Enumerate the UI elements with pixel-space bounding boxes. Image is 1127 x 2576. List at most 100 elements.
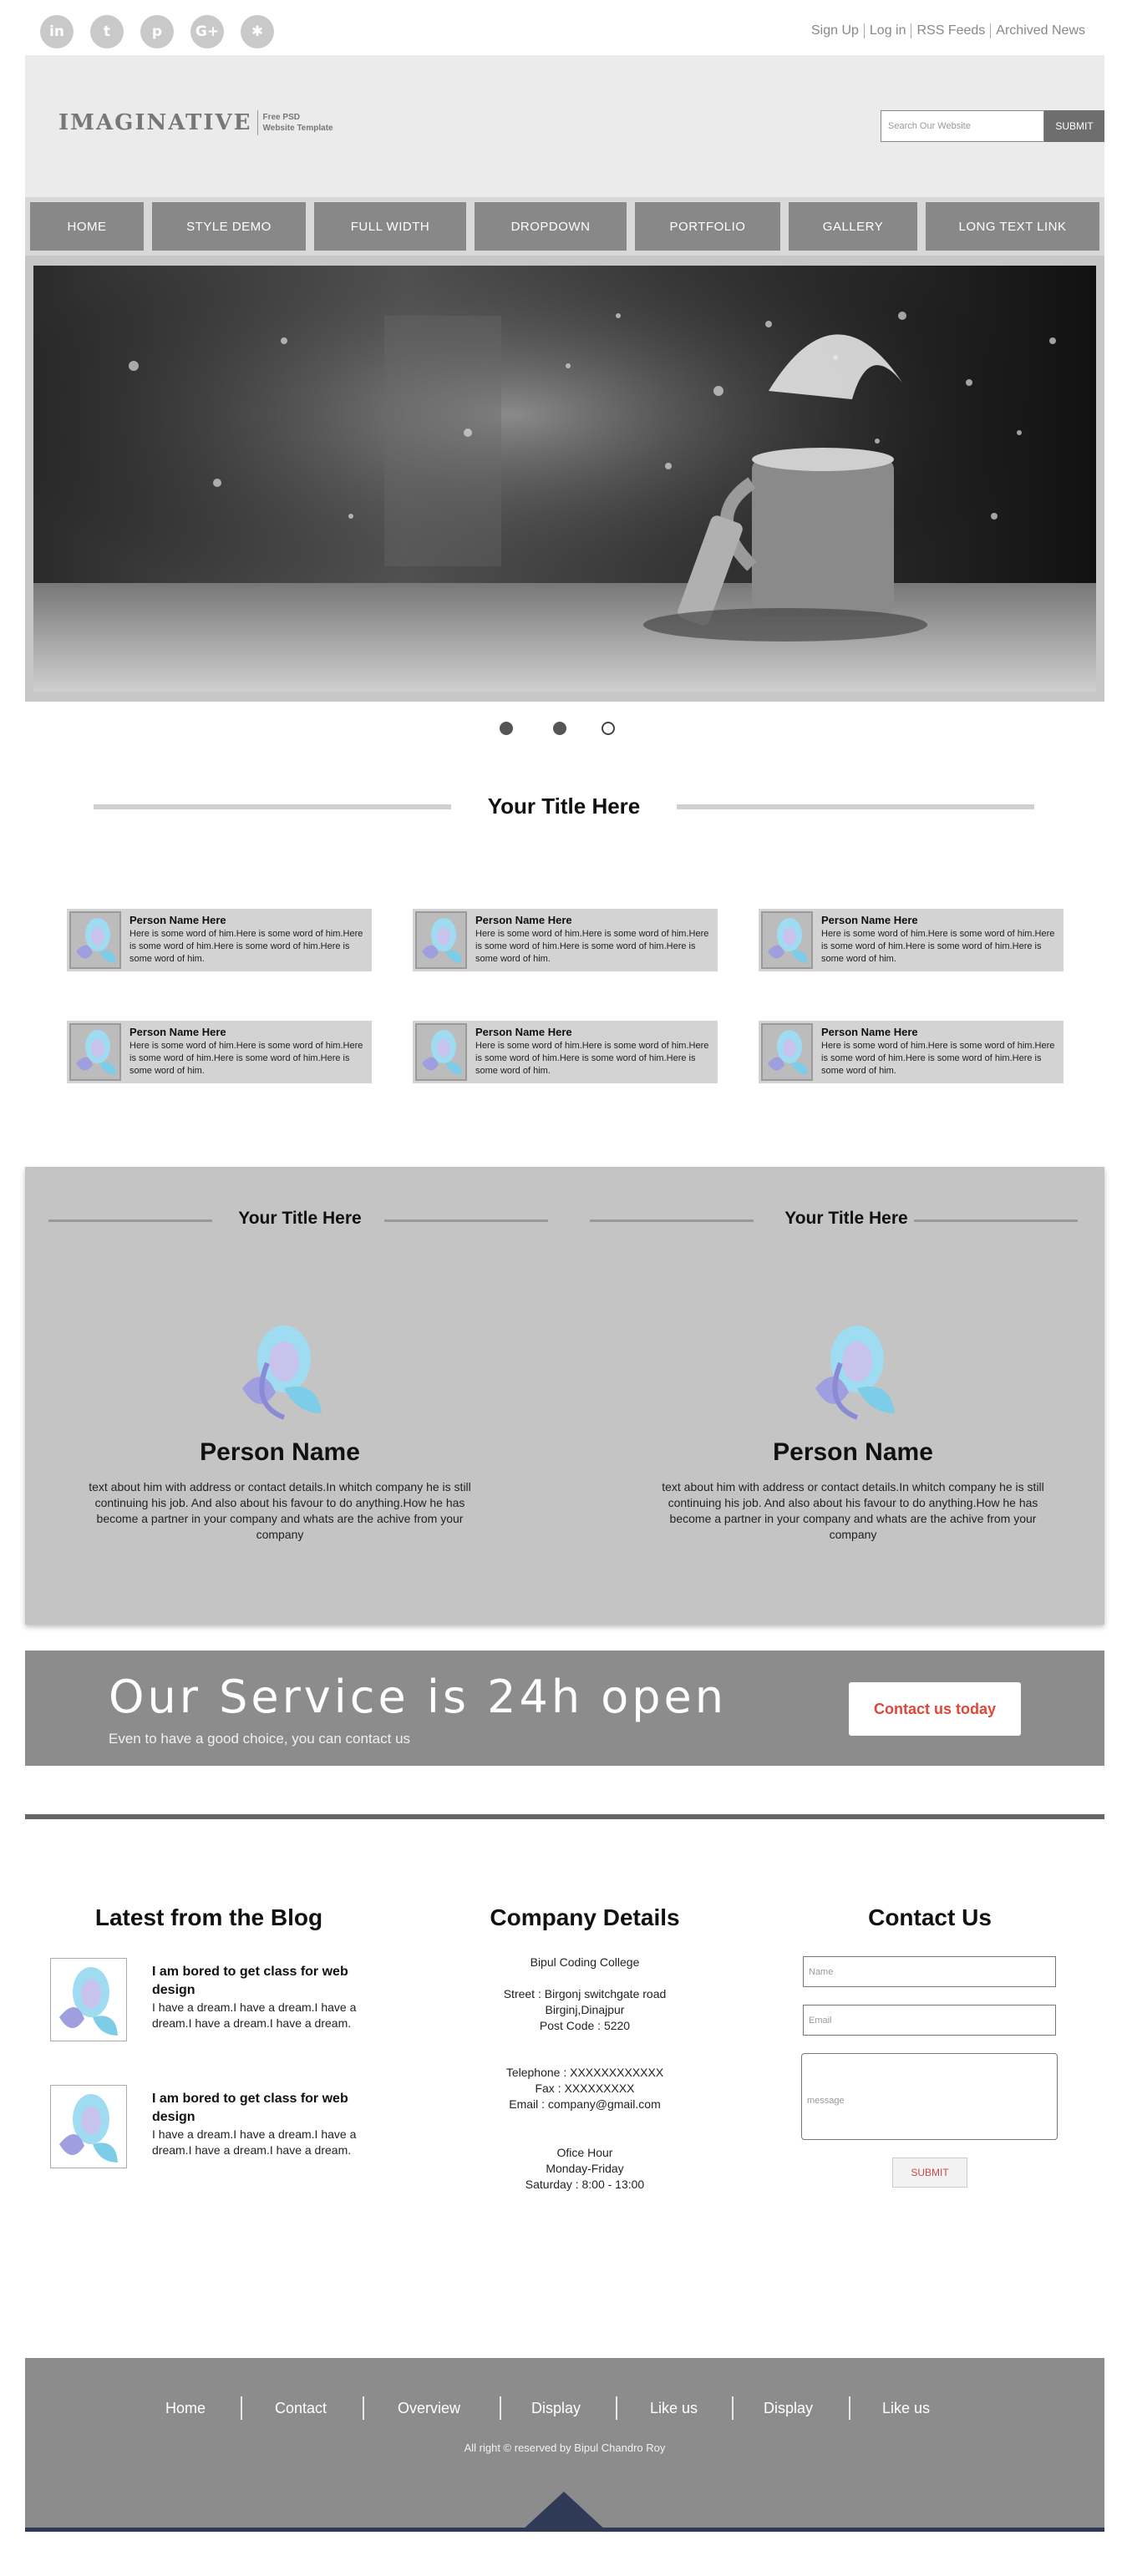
company-street: Street : Birgonj switchgate road [503, 1987, 667, 2000]
footer-divider [732, 2396, 734, 2420]
logo-subtitle: Free PSD Website Template [258, 112, 333, 134]
person-name: Person Name Here [475, 1026, 572, 1038]
person-card[interactable]: Person Name Here Here is some word of him… [413, 909, 718, 971]
footer-link-like-us-2[interactable]: Like us [882, 2400, 930, 2417]
footer-link-contact[interactable]: Contact [275, 2400, 327, 2417]
person-name: Person Name Here [129, 914, 226, 926]
title-line [590, 1220, 754, 1222]
blog-post-title-1[interactable]: I am bored to get class for web design [152, 1963, 378, 2000]
logo[interactable]: IMAGINATIVE Free PSD Website Template [58, 110, 333, 135]
service-headline: Our Service is 24h open [109, 1671, 727, 1723]
company-name: Bipul Coding College [530, 1955, 640, 1969]
person-card[interactable]: Person Name Here Here is some word of him… [413, 1021, 718, 1083]
contact-submit-button[interactable]: SUBMIT [892, 2158, 967, 2188]
logo-sub-line2: Website Template [262, 124, 333, 133]
person-name-1: Person Name [200, 1438, 360, 1466]
hero-slider [25, 256, 1104, 702]
title-line [384, 1220, 548, 1222]
slider-dot-1[interactable] [500, 722, 513, 735]
twitter-icon[interactable]: t [90, 15, 124, 48]
footer-divider [849, 2396, 850, 2420]
search-form: Search Our Website SUBMIT [881, 110, 1104, 142]
contact-title: Contact Us [868, 1904, 992, 1930]
footer-divider [616, 2396, 617, 2420]
site-footer: Home Contact Overview Display Like us Di… [25, 2358, 1104, 2532]
person-thumb [761, 1023, 813, 1081]
person-card[interactable]: Person Name Here Here is some word of him… [759, 1021, 1064, 1083]
blog-thumb-1[interactable] [50, 1958, 127, 2041]
main-nav: HOME STYLE DEMO FULL WIDTH DROPDOWN PORT… [25, 197, 1104, 256]
person-name: Person Name Here [821, 914, 918, 926]
person-thumb [69, 911, 121, 969]
slider-dot-2[interactable] [553, 722, 566, 735]
search-input[interactable]: Search Our Website [881, 110, 1044, 142]
blog-post-title-2[interactable]: I am bored to get class for web design [152, 2090, 378, 2127]
company-email[interactable]: Email : company@gmail.com [451, 2097, 718, 2112]
service-banner: Our Service is 24h open Even to have a g… [25, 1651, 1104, 1766]
footer-link-display[interactable]: Display [531, 2400, 581, 2417]
nav-full-width[interactable]: FULL WIDTH [314, 202, 466, 251]
linkedin-icon[interactable]: in [40, 15, 74, 48]
person-name-2: Person Name [773, 1438, 933, 1466]
blog-thumb-2[interactable] [50, 2085, 127, 2168]
archived-news-link[interactable]: Archived News [991, 23, 1090, 38]
nav-style-demo[interactable]: STYLE DEMO [152, 202, 306, 251]
section-divider [25, 1814, 1104, 1819]
yelp-icon[interactable]: ✱ [241, 15, 274, 48]
person-name: Person Name Here [821, 1026, 918, 1038]
signup-link[interactable]: Sign Up [806, 23, 864, 38]
footer-link-display-2[interactable]: Display [764, 2400, 813, 2417]
slider-dot-3[interactable] [602, 722, 615, 735]
profiles-section: Your Title Here Your Title Here Person N… [25, 1167, 1104, 1625]
nav-home[interactable]: HOME [30, 202, 144, 251]
nav-portfolio[interactable]: PORTFOLIO [635, 202, 780, 251]
person-avatar-2 [799, 1313, 907, 1422]
footer-link-home[interactable]: Home [165, 2400, 206, 2417]
person-name: Person Name Here [475, 914, 572, 926]
person-text: Here is some word of him.Here is some wo… [475, 929, 709, 964]
person-card[interactable]: Person Name Here Here is some word of him… [67, 1021, 372, 1083]
person-thumb [761, 911, 813, 969]
pinterest-icon[interactable]: p [140, 15, 174, 48]
company-phone: Telephone : XXXXXXXXXXXX [505, 2066, 664, 2079]
blog-post-text-2: I have a dream.I have a dream.I have a d… [152, 2127, 357, 2157]
person-text: Here is some word of him.Here is some wo… [129, 1041, 363, 1076]
login-link[interactable]: Log in [865, 23, 911, 38]
section-title: Your Title Here [487, 794, 641, 819]
person-thumb [415, 1023, 467, 1081]
office-days: Monday-Friday [546, 2162, 624, 2175]
title-line [914, 1220, 1078, 1222]
person-bio-2: text about him with address or contact d… [662, 1480, 1044, 1541]
office-hour-label: Ofice Hour [556, 2146, 613, 2159]
nav-dropdown[interactable]: DROPDOWN [475, 202, 627, 251]
person-card[interactable]: Person Name Here Here is some word of him… [67, 909, 372, 971]
footer-link-like-us[interactable]: Like us [650, 2400, 698, 2417]
name-field[interactable]: Name [803, 1956, 1056, 1987]
social-links: in t p G+ ✱ [40, 15, 274, 48]
rss-link[interactable]: RSS Feeds [911, 23, 990, 38]
nav-gallery[interactable]: GALLERY [789, 202, 917, 251]
contact-us-button[interactable]: Contact us today [849, 1682, 1021, 1736]
service-subtext: Even to have a good choice, you can cont… [109, 1731, 411, 1747]
person-text: Here is some word of him.Here is some wo… [475, 1041, 709, 1076]
person-card[interactable]: Person Name Here Here is some word of him… [759, 909, 1064, 971]
title-line-left [94, 804, 451, 809]
blog-title: Latest from the Blog [94, 1904, 323, 1930]
logo-text: IMAGINATIVE [58, 110, 258, 135]
company-city: Birginj,Dinajpur [545, 2003, 625, 2016]
profile-title-2: Your Title Here [784, 1209, 908, 1228]
company-title: Company Details [490, 1904, 680, 1930]
google-plus-icon[interactable]: G+ [190, 15, 224, 48]
person-text: Here is some word of him.Here is some wo… [129, 929, 363, 964]
message-field[interactable]: message [801, 2053, 1058, 2140]
email-field[interactable]: Email [803, 2005, 1056, 2036]
hero-image [33, 266, 1096, 692]
search-submit-button[interactable]: SUBMIT [1044, 110, 1104, 142]
title-line [48, 1220, 212, 1222]
nav-long-text-link[interactable]: LONG TEXT LINK [926, 202, 1099, 251]
scroll-top-arrow[interactable] [520, 2492, 607, 2532]
company-post-code: Post Code : 5220 [539, 2019, 631, 2032]
footer-divider [500, 2396, 501, 2420]
footer-link-overview[interactable]: Overview [398, 2400, 460, 2417]
footer-bar [25, 2528, 1104, 2532]
